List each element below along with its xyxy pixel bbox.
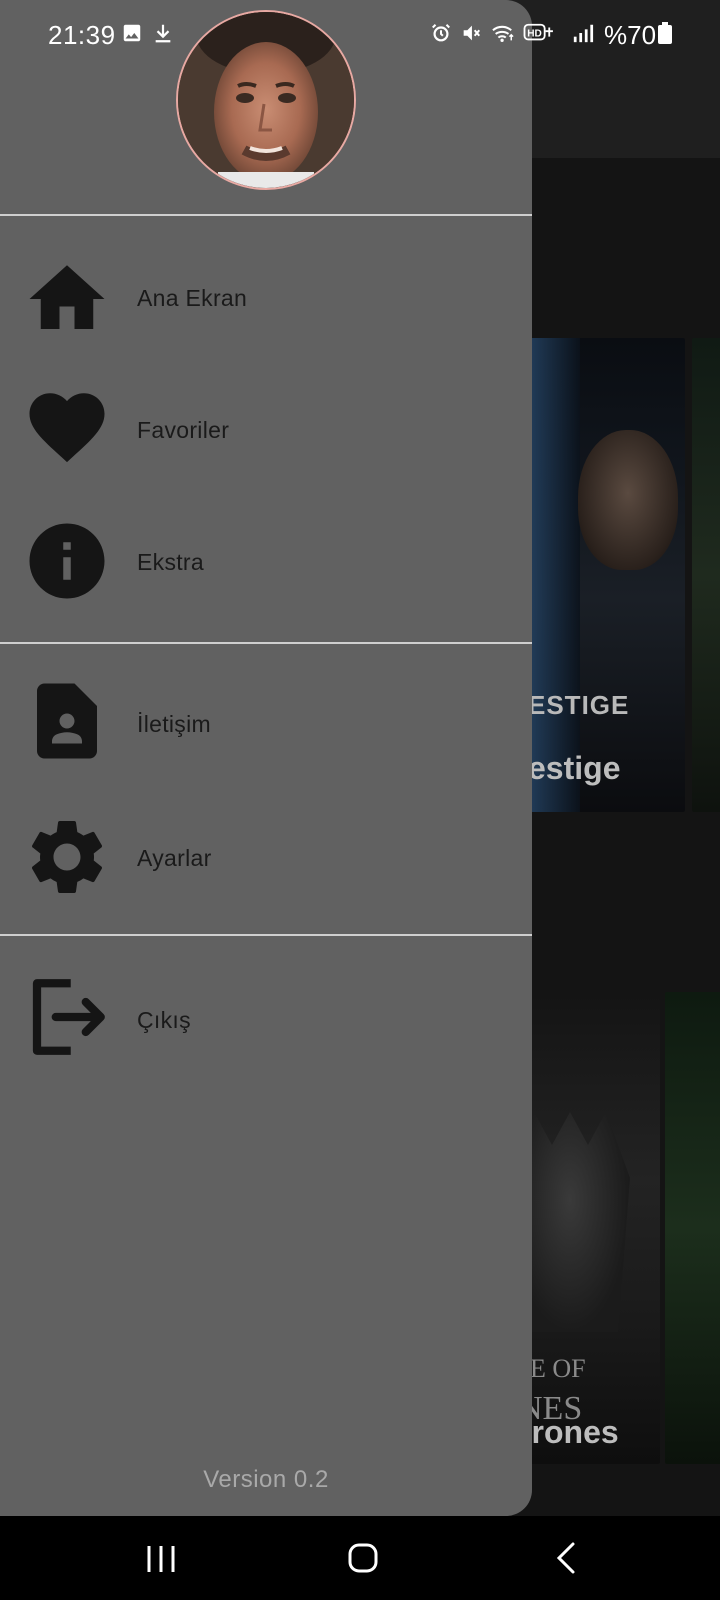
drawer-item-label: Ana Ekran <box>137 285 248 311</box>
drawer-item-favorites[interactable]: Favoriler <box>0 368 532 488</box>
app-version: Version 0.2 <box>203 1466 329 1493</box>
back-button[interactable] <box>505 1516 625 1600</box>
drawer-item-label: Ayarlar <box>137 845 212 871</box>
home-button[interactable] <box>303 1516 423 1600</box>
info-icon <box>29 523 105 599</box>
drawer-divider <box>0 642 532 644</box>
mute-icon <box>463 25 481 41</box>
drawer-item-settings[interactable]: Ayarlar <box>0 796 532 916</box>
poster-text: ESTIGE <box>528 690 630 720</box>
drawer-item-home[interactable]: Ana Ekran <box>0 236 532 356</box>
drawer-divider <box>0 214 532 216</box>
drawer-divider <box>0 934 532 936</box>
image-icon <box>123 24 141 42</box>
logout-icon <box>32 979 105 1055</box>
home-circle-icon <box>348 1543 378 1573</box>
status-bar: 21:39 HD %70 <box>0 0 720 72</box>
hd-voice-icon: HD <box>523 23 553 41</box>
gear-icon <box>31 821 103 893</box>
status-time: 21:39 <box>48 20 116 50</box>
poster-text-top: E OF <box>530 1354 586 1383</box>
signal-icon <box>573 24 594 43</box>
movie-card-next[interactable] <box>692 338 720 812</box>
app-screen: r ESTIGE estige l E OF NES hrones <box>0 0 720 1600</box>
poster-face <box>578 430 678 570</box>
system-navigation-bar <box>0 1516 720 1600</box>
recents-icon <box>147 1546 175 1572</box>
wifi-icon <box>492 25 514 42</box>
drawer-item-contact[interactable]: İletişim <box>0 662 532 782</box>
drawer-item-label: İletişim <box>137 711 211 737</box>
movie-title: estige <box>528 750 621 786</box>
back-icon <box>556 1542 575 1574</box>
drawer-item-label: Çıkış <box>137 1007 191 1033</box>
drawer-item-extra[interactable]: Ekstra <box>0 500 532 620</box>
battery-level: %70 <box>604 20 657 50</box>
recents-button[interactable] <box>101 1516 221 1600</box>
svg-text:HD: HD <box>527 29 542 40</box>
home-icon <box>29 265 105 329</box>
download-icon <box>155 24 171 43</box>
heart-icon <box>29 393 105 463</box>
drawer-item-label: Favoriler <box>137 417 230 443</box>
drawer-item-label: Ekstra <box>137 549 204 575</box>
navigation-drawer: Ana Ekran Favoriler Ekstra İletişim Ayar… <box>0 0 532 1516</box>
battery-icon <box>658 22 672 44</box>
drawer-item-logout[interactable]: Çıkış <box>0 958 532 1078</box>
contact-card-icon <box>37 683 97 759</box>
alarm-icon <box>432 24 450 42</box>
series-card-next[interactable] <box>665 992 720 1464</box>
